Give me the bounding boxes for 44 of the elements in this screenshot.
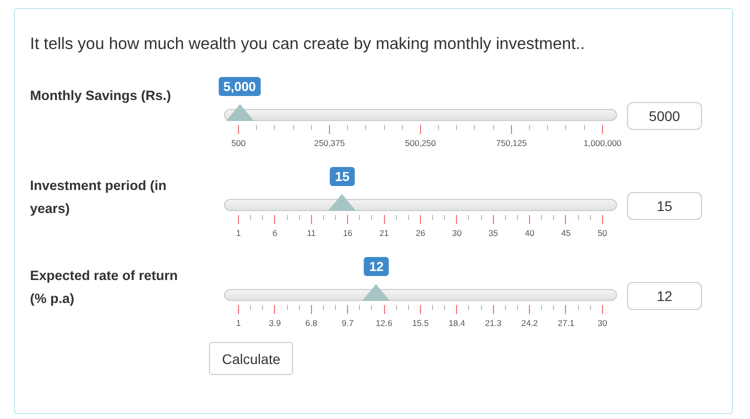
calculate-button[interactable]: Calculate bbox=[209, 342, 294, 375]
slider-handle[interactable] bbox=[362, 284, 390, 301]
intro-text: It tells you how much wealth you can create by making monthly investment.. bbox=[30, 34, 586, 55]
scale-label: 9.7 bbox=[342, 318, 354, 328]
scale-label: 16 bbox=[342, 228, 352, 238]
scale-label: 18.4 bbox=[448, 318, 466, 328]
slider-handle[interactable] bbox=[226, 104, 254, 121]
scale-label: 1 bbox=[236, 318, 241, 328]
scale-label: 6.8 bbox=[305, 318, 318, 328]
scale-label: 500 bbox=[231, 138, 246, 148]
value-input[interactable]: 5000 bbox=[627, 102, 702, 130]
scale-label: 1 bbox=[236, 228, 241, 238]
scale-label: 15.5 bbox=[412, 318, 429, 328]
slider-handle[interactable] bbox=[328, 194, 356, 211]
value-bubble: 5,000 bbox=[218, 77, 261, 96]
scale-label: 30 bbox=[452, 228, 462, 238]
field-label: Monthly Savings (Rs.) bbox=[30, 87, 172, 105]
value-input[interactable]: 15 bbox=[627, 192, 702, 220]
scale-label: 11 bbox=[306, 228, 316, 238]
scale-label: 500,250 bbox=[405, 138, 436, 148]
scale-label: 27.1 bbox=[558, 318, 574, 328]
slider-track[interactable] bbox=[224, 109, 617, 121]
slider-track[interactable] bbox=[224, 289, 617, 301]
scale-label: 750,125 bbox=[496, 138, 527, 148]
scale-label: 6 bbox=[272, 228, 278, 238]
scale-label: 40 bbox=[524, 228, 534, 238]
field-label: Expected rate of return (% p.a) bbox=[30, 267, 179, 308]
scale-label: 3.9 bbox=[268, 318, 281, 328]
scale-label: 24.2 bbox=[521, 318, 538, 328]
scale-label: 30 bbox=[598, 318, 608, 328]
field-label: Investment period (in years) bbox=[30, 177, 168, 218]
value-input[interactable]: 12 bbox=[627, 282, 702, 310]
scale-label: 250,375 bbox=[314, 138, 345, 148]
slider-track[interactable] bbox=[224, 199, 617, 211]
scale-label: 21 bbox=[379, 228, 389, 238]
value-bubble: 15 bbox=[330, 167, 354, 186]
scale-label: 1,000,000 bbox=[584, 138, 622, 148]
scale-label: 12.6 bbox=[376, 318, 392, 328]
value-bubble: 12 bbox=[364, 257, 389, 276]
scale-label: 50 bbox=[598, 228, 608, 238]
scale-label: 26 bbox=[416, 228, 426, 238]
scale-label: 35 bbox=[488, 228, 498, 238]
scale-label: 45 bbox=[561, 228, 571, 238]
scale-label: 21.3 bbox=[484, 318, 502, 328]
